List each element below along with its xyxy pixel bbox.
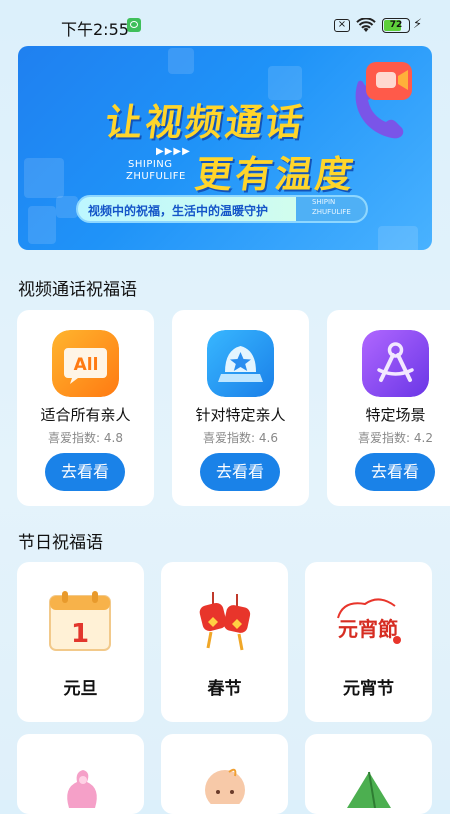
greeting-card-all-relatives[interactable]: All 适合所有亲人 喜爱指数: 4.8 去看看 [17, 310, 154, 506]
battery-level: 72 [389, 20, 403, 30]
view-button[interactable]: 去看看 [45, 453, 125, 491]
festival-card-new-year[interactable]: 1 元旦 [17, 562, 144, 722]
status-bar: 下午2:55 × 72 ⚡ [0, 0, 450, 44]
greeting-card-specific-scenes[interactable]: 特定场景 喜爱指数: 4.2 去看看 [327, 310, 450, 506]
section-title-festival-greetings: 节日祝福语 [18, 533, 103, 553]
festival-card-row2-3[interactable] [305, 734, 432, 814]
calendar-icon: 1 [49, 591, 111, 651]
red-lanterns-icon [199, 592, 251, 651]
star-badge-icon [207, 330, 274, 397]
promo-banner[interactable]: 让视频通话 ▶▶▶▶ SHIPING ZHUFULIFE 更有温度 视频中的祝福… [18, 46, 432, 250]
svg-text:元宵節: 元宵節 [338, 617, 398, 641]
card-name: 针对特定亲人 [195, 406, 286, 424]
video-call-icon [355, 62, 412, 139]
yuanxiao-stamp-icon: 元宵節 [337, 598, 401, 644]
svg-text:1: 1 [71, 619, 89, 649]
all-chat-icon: All [52, 330, 119, 397]
view-button[interactable]: 去看看 [355, 453, 435, 491]
banner-title-line1: 让视频通话 [102, 101, 309, 144]
view-button[interactable]: 去看看 [200, 453, 280, 491]
card-name: 元宵节 [343, 679, 394, 699]
card-score: 喜爱指数: 4.8 [48, 431, 123, 445]
card-score: 喜爱指数: 4.2 [358, 431, 433, 445]
banner-tagline: 视频中的祝福，生活中的温暖守护 [88, 204, 269, 218]
zongzi-icon [347, 771, 391, 808]
charging-icon: ⚡ [413, 17, 423, 32]
festival-card-row2-1[interactable] [17, 734, 144, 814]
card-name: 春节 [207, 679, 242, 699]
baby-icon [205, 768, 245, 804]
banner-en-text: SHIPING ZHUFULIFE [126, 159, 186, 182]
wifi-icon [356, 18, 376, 32]
greeting-card-specific-relatives[interactable]: 针对特定亲人 喜爱指数: 4.6 去看看 [172, 310, 309, 506]
card-name: 元旦 [63, 679, 98, 699]
svg-text:All: All [74, 355, 99, 375]
card-name: 特定场景 [365, 406, 426, 424]
no-sim-icon: × [334, 19, 350, 32]
compass-tool-icon [362, 330, 429, 397]
status-time: 下午2:55 [61, 20, 129, 39]
banner-en-small: SHIPIN ZHUFULIFE [312, 198, 351, 216]
wechat-notification-icon [127, 18, 141, 32]
battery-icon: 72 [382, 18, 410, 33]
card-name: 适合所有亲人 [40, 406, 131, 424]
sachet-icon [67, 770, 97, 808]
festival-card-row2-2[interactable] [161, 734, 288, 814]
festival-card-spring-festival[interactable]: 春节 [161, 562, 288, 722]
banner-title-line2: 更有温度 [192, 153, 359, 196]
section-title-video-greetings: 视频通话祝福语 [18, 280, 137, 300]
festival-card-lantern-festival[interactable]: 元宵節 元宵节 [305, 562, 432, 722]
card-score: 喜爱指数: 4.6 [203, 431, 278, 445]
banner-play-marks: ▶▶▶▶ [156, 146, 191, 157]
